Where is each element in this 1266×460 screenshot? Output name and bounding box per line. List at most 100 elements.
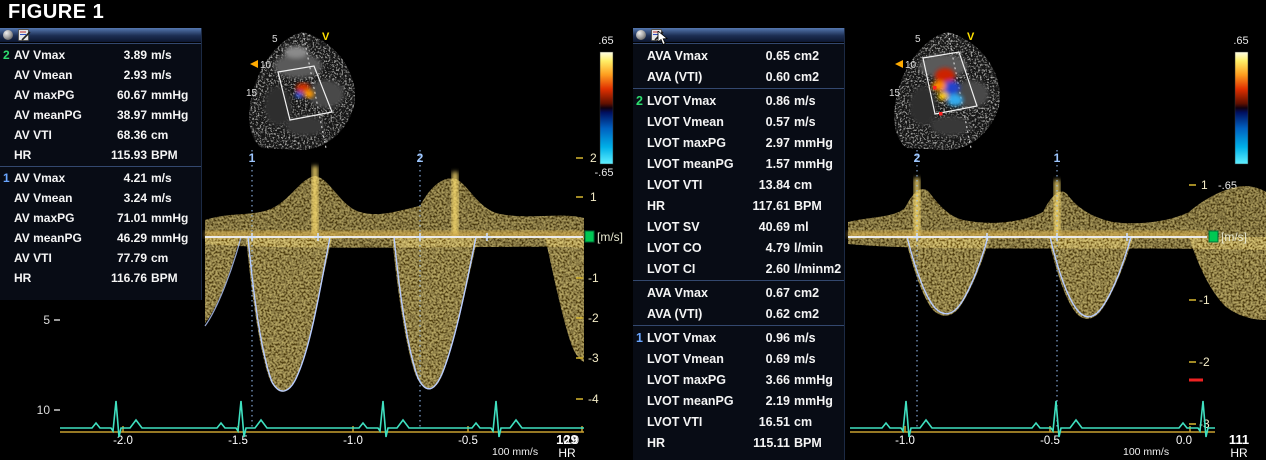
envelope-partial-right	[1189, 237, 1266, 320]
measurement-label: LVOT Vmax	[647, 331, 745, 345]
baseline-marker-box[interactable]	[585, 231, 594, 242]
measurement-unit: mmHg	[790, 157, 839, 171]
measurement-unit: ml	[790, 220, 839, 234]
measurement-unit: m/s	[147, 48, 196, 62]
measurement-label: AV Vmean	[14, 191, 102, 205]
measurement-unit: mmHg	[147, 88, 196, 102]
envelope-beat-b	[1048, 237, 1133, 319]
annotation-tool-icon[interactable]	[18, 29, 31, 41]
measurement-row: LVOT VTI16.51cm	[633, 411, 844, 432]
measurement-value: 0.96	[745, 331, 790, 345]
thumb-depth-10: 10	[260, 60, 272, 71]
window-button-icon[interactable]	[636, 30, 646, 40]
focus-arrow-icon[interactable]	[895, 60, 903, 68]
measurement-unit: BPM	[790, 199, 839, 213]
focus-arrow-icon[interactable]	[250, 60, 258, 68]
envelope-partial-right	[545, 237, 584, 362]
measurement-value: 2.93	[102, 68, 147, 82]
measurement-value: 3.24	[102, 191, 147, 205]
measurement-group-2: 2AV Vmax3.89m/s AV Vmean2.93m/s AV maxPG…	[0, 43, 201, 166]
measurement-label: LVOT maxPG	[647, 136, 745, 150]
window-button-icon[interactable]	[3, 30, 13, 40]
time-tick-0: -2.0	[113, 435, 133, 447]
measurement-value: 1.57	[745, 157, 790, 171]
mouse-cursor	[657, 31, 668, 45]
measurement-group-1: 1LVOT Vmax0.96m/s LVOT Vmean0.69m/s LVOT…	[633, 325, 844, 454]
measurement-value: 0.67	[745, 286, 790, 300]
measurement-row: LVOT maxPG3.66mmHg	[633, 369, 844, 390]
measurement-unit: m/s	[790, 331, 839, 345]
measurement-unit: l/min	[790, 241, 839, 255]
measurement-label: LVOT SV	[647, 220, 745, 234]
measurement-value: 46.29	[102, 231, 147, 245]
measurement-value: 0.60	[745, 70, 790, 84]
measurement-value: 13.84	[745, 178, 790, 192]
measurement-label: LVOT CI	[647, 262, 745, 276]
measurement-value: 4.21	[102, 171, 147, 185]
measurement-row: LVOT Vmean0.57m/s	[633, 111, 844, 132]
measurement-row: AV VTI77.79cm	[0, 248, 201, 268]
measurement-group-1: 1AV Vmax4.21m/s AV Vmean3.24m/s AV maxPG…	[0, 166, 201, 289]
measurement-unit: mmHg	[147, 211, 196, 225]
right-doppler-panel: 5 10 15 V .65 -.65	[633, 28, 1266, 460]
measurement-unit: BPM	[147, 148, 196, 162]
measurement-row: LVOT meanPG1.57mmHg	[633, 153, 844, 174]
measurement-row: LVOT CI2.60l/minm2	[633, 258, 844, 279]
caliper-marker-number: 2	[636, 94, 647, 108]
measurement-label: HR	[647, 199, 745, 213]
measurement-unit: BPM	[147, 271, 196, 285]
measurement-row: AVA Vmax0.65cm2	[633, 45, 844, 66]
point-marker[interactable]	[933, 86, 937, 90]
measurement-value: 77.79	[102, 251, 147, 265]
measurement-group-ava-1: AVA Vmax0.67cm2 AVA (VTI)0.62cm2	[633, 280, 844, 325]
measurement-label: AV Vmax	[14, 171, 102, 185]
measurement-value: 0.86	[745, 94, 790, 108]
velocity-unit-label: [m/s]	[1221, 230, 1247, 244]
baseline-marker-box[interactable]	[1209, 231, 1218, 242]
vel-tick-n2: -2	[588, 311, 599, 325]
measurement-unit: m/s	[790, 352, 839, 366]
vel-tick-p1: 1	[590, 190, 597, 204]
measurement-row: AV maxPG71.01mmHg	[0, 208, 201, 228]
measurement-unit: cm2	[790, 49, 839, 63]
measurement-row: AV Vmean2.93m/s	[0, 65, 201, 85]
measurement-label: AVA (VTI)	[647, 70, 745, 84]
measurement-label: LVOT Vmean	[647, 115, 745, 129]
measurement-row: HR116.76BPM	[0, 268, 201, 288]
measurement-row: LVOT SV40.69ml	[633, 216, 844, 237]
measurement-group-2: 2LVOT Vmax0.86m/s LVOT Vmean0.57m/s LVOT…	[633, 88, 844, 280]
caliper-marker-number: 1	[3, 171, 14, 185]
vel-tick-n2: -2	[1199, 355, 1210, 369]
thumb-depth-5: 5	[272, 34, 278, 45]
measurement-row: LVOT maxPG2.97mmHg	[633, 132, 844, 153]
measurement-value: 0.69	[745, 352, 790, 366]
measurement-panel-header	[0, 28, 201, 43]
measurement-value: 3.89	[102, 48, 147, 62]
measurement-value: 40.69	[745, 220, 790, 234]
orientation-v-mark: V	[967, 31, 975, 43]
thumbnail-2d-image: 5 10 15 V	[889, 31, 1000, 150]
measurement-unit: cm	[790, 178, 839, 192]
envelope-partial-left	[205, 237, 240, 323]
measurement-value: 115.11	[745, 436, 790, 450]
measurement-unit: m/s	[147, 191, 196, 205]
thumb-depth-5: 5	[915, 34, 921, 45]
point-marker[interactable]	[939, 112, 943, 116]
measurement-value: 2.97	[745, 136, 790, 150]
thumb-depth-10: 10	[905, 60, 917, 71]
measurement-value: 16.51	[745, 415, 790, 429]
measurement-unit: cm2	[790, 286, 839, 300]
measurement-row: AV Vmean3.24m/s	[0, 188, 201, 208]
measurement-label: HR	[14, 271, 102, 285]
measurement-unit: cm	[790, 415, 839, 429]
measurement-label: LVOT Vmax	[647, 94, 745, 108]
measurement-value: 3.66	[745, 373, 790, 387]
measurement-label: AV Vmax	[14, 48, 102, 62]
vel-tick-p2: 2	[590, 151, 597, 165]
measurement-value: 68.36	[102, 128, 147, 142]
measurement-unit: mmHg	[790, 373, 839, 387]
measurement-unit: m/s	[147, 171, 196, 185]
measurement-unit: l/minm2	[790, 262, 839, 276]
measurement-row: AV maxPG60.67mmHg	[0, 85, 201, 105]
measurement-label: LVOT maxPG	[647, 373, 745, 387]
